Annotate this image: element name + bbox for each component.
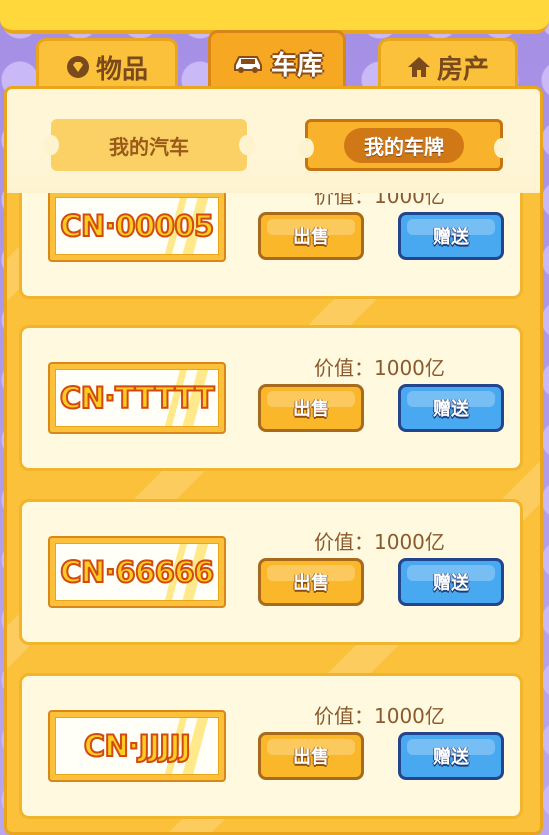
ticket-notch	[494, 138, 510, 158]
license-plate: CN·TTTTT	[48, 362, 226, 434]
car-icon	[231, 51, 265, 75]
tab-property-label: 房产	[436, 54, 489, 85]
value-prefix: 价值：	[314, 530, 374, 554]
gift-button[interactable]: 赠送	[398, 558, 504, 606]
sell-button[interactable]: 出售	[258, 558, 364, 606]
plate-number: CN·00005	[59, 208, 215, 244]
subtab-my-plates[interactable]: 我的车牌	[298, 119, 510, 171]
tab-garage-label: 车库	[270, 50, 323, 81]
plate-number: CN·TTTTT	[59, 380, 216, 416]
plate-number: CN·JJJJJ	[83, 728, 192, 764]
license-plate: CN·JJJJJ	[48, 710, 226, 782]
tab-garage[interactable]: 车库	[208, 30, 346, 93]
subtab-my-plates-label: 我的车牌	[344, 127, 464, 163]
value-amount: 1000亿	[374, 530, 445, 554]
gift-button[interactable]: 赠送	[398, 384, 504, 432]
sell-button[interactable]: 出售	[258, 732, 364, 780]
subtab-bar: 我的汽车 我的车牌	[7, 89, 540, 193]
plate-list[interactable]: CN·00005 价值：1000亿 出售 赠送 CN·TTTTT 价值：1000…	[7, 89, 540, 832]
license-plate: CN·66666	[48, 536, 226, 608]
sell-button[interactable]: 出售	[258, 384, 364, 432]
tab-items-label: 物品	[95, 54, 148, 85]
value-amount: 1000亿	[374, 704, 445, 728]
ticket-notch	[239, 135, 255, 155]
tab-property[interactable]: 房产	[378, 38, 518, 93]
ticket-notch	[298, 138, 314, 158]
list-item: CN·66666 价值：1000亿 出售 赠送	[19, 499, 523, 645]
plate-value: 价值：1000亿	[314, 526, 445, 555]
ticket-notch	[43, 135, 59, 155]
value-prefix: 价值：	[314, 704, 374, 728]
list-item: CN·JJJJJ 价值：1000亿 出售 赠送	[19, 673, 523, 819]
gift-button[interactable]: 赠送	[398, 732, 504, 780]
sell-button[interactable]: 出售	[258, 212, 364, 260]
plate-number: CN·66666	[59, 554, 215, 590]
category-tabs: 物品 车库 房产	[0, 30, 549, 93]
list-item: CN·TTTTT 价值：1000亿 出售 赠送	[19, 325, 523, 471]
plate-value: 价值：1000亿	[314, 352, 445, 381]
subtab-my-cars-label: 我的汽车	[109, 134, 189, 159]
plate-value: 价值：1000亿	[314, 700, 445, 729]
tab-items[interactable]: 物品	[36, 38, 178, 93]
house-icon	[407, 56, 431, 78]
garage-panel: CN·00005 价值：1000亿 出售 赠送 CN·TTTTT 价值：1000…	[4, 86, 543, 835]
diamond-icon	[66, 55, 90, 79]
gift-button[interactable]: 赠送	[398, 212, 504, 260]
value-amount: 1000亿	[374, 356, 445, 380]
value-prefix: 价值：	[314, 356, 374, 380]
top-banner	[0, 0, 549, 34]
subtab-my-cars[interactable]: 我的汽车	[43, 119, 255, 171]
license-plate: CN·00005	[48, 190, 226, 262]
